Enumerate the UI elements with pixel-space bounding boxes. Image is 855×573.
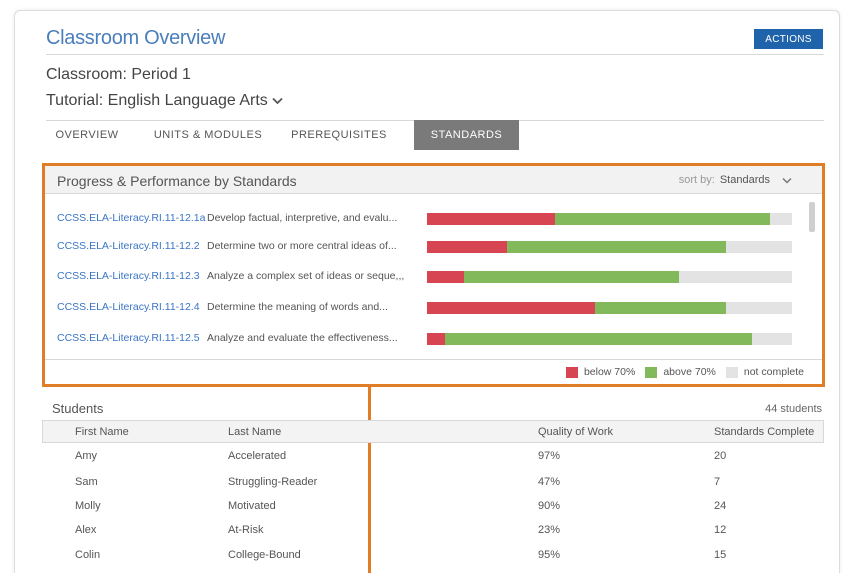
standard-code-link[interactable]: CCSS.ELA-Literacy.RI.11-12.5 [57, 332, 200, 344]
cell-standards-complete: 20 [714, 450, 727, 462]
progress-segment-above [507, 241, 727, 253]
page-title: Classroom Overview [46, 27, 226, 49]
divider [46, 54, 824, 55]
tab-units-modules[interactable]: UNITS & MODULES [143, 120, 273, 150]
students-table-header: First Name Last Name Quality of Work Sta… [42, 420, 824, 443]
cell-first-name: Molly [75, 500, 101, 512]
legend-label-above: above 70% [663, 366, 716, 378]
tab-overview[interactable]: OVERVIEW [46, 120, 128, 150]
cell-first-name: Colin [75, 549, 101, 561]
students-section-title: Students [52, 401, 104, 416]
cell-quality: 23% [538, 524, 561, 536]
standard-row[interactable]: CCSS.ELA-Literacy.RI.11-12.5 Analyze and … [45, 329, 805, 349]
cell-quality: 90% [538, 500, 561, 512]
standard-progress-bar [427, 302, 792, 314]
cell-standards-complete: 24 [714, 500, 727, 512]
progress-segment-above [445, 333, 752, 345]
standards-panel-header: Progress & Performance by Standards sort… [45, 166, 822, 194]
chart-legend: below 70% above 70% not complete [556, 366, 804, 378]
sort-label: sort by: [678, 174, 715, 186]
standard-progress-bar [427, 241, 792, 253]
standard-code-link[interactable]: CCSS.ELA-Literacy.RI.11-12.3 [57, 270, 200, 282]
legend-item-above: above 70% [645, 366, 716, 378]
standard-description: Develop factual, interpretive, and evalu… [207, 212, 398, 224]
chevron-down-icon [272, 97, 283, 105]
table-row[interactable]: Alex At-Risk 23% 12 [42, 520, 824, 544]
standard-description: Analyze a complex set of ideas or seque,… [207, 270, 405, 282]
standard-description: Analyze and evaluate the effectiveness..… [207, 332, 398, 344]
cell-quality: 47% [538, 476, 561, 488]
legend-label-not-complete: not complete [743, 366, 804, 378]
chevron-down-icon [782, 177, 792, 184]
legend-swatch-not-complete [725, 366, 738, 378]
standard-code-link[interactable]: CCSS.ELA-Literacy.RI.11-12.2 [57, 240, 200, 252]
column-header-standards-complete[interactable]: Standards Complete [714, 426, 814, 438]
column-header-quality[interactable]: Quality of Work [538, 426, 613, 438]
standards-panel: Progress & Performance by Standards sort… [42, 163, 825, 387]
progress-segment-above [463, 271, 679, 283]
cell-quality: 97% [538, 450, 561, 462]
standard-description: Determine the meaning of words and... [207, 301, 388, 313]
standards-panel-title: Progress & Performance by Standards [57, 173, 297, 189]
standard-row[interactable]: CCSS.ELA-Literacy.RI.11-12.3 Analyze a co… [45, 267, 805, 287]
actions-button[interactable]: ACTIONS [754, 29, 823, 49]
standard-progress-bar [427, 213, 792, 225]
standards-scrollbar[interactable] [809, 202, 815, 232]
standard-row[interactable]: CCSS.ELA-Literacy.RI.11-12.1a Develop fac… [45, 209, 805, 229]
standard-progress-bar [427, 271, 792, 283]
legend-label-below: below 70% [583, 366, 636, 378]
table-row[interactable]: Amy Accelerated 97% 20 [42, 446, 824, 470]
progress-segment-below [427, 213, 555, 225]
progress-segment-below [427, 271, 464, 283]
standard-code-link[interactable]: CCSS.ELA-Literacy.RI.11-12.1a [57, 212, 205, 224]
classroom-label: Classroom: Period 1 [46, 66, 191, 83]
progress-segment-above [594, 302, 727, 314]
legend-swatch-below [565, 366, 578, 378]
standard-row[interactable]: CCSS.ELA-Literacy.RI.11-12.2 Determine tw… [45, 237, 805, 257]
cell-last-name: Struggling-Reader [228, 476, 318, 488]
legend-swatch-above [645, 366, 658, 378]
cell-last-name: Motivated [228, 500, 276, 512]
cell-first-name: Alex [75, 524, 97, 536]
standard-description: Determine two or more central ideas of..… [207, 240, 397, 252]
table-row[interactable]: Molly Motivated 90% 24 [42, 496, 824, 520]
cell-last-name: At-Risk [228, 524, 264, 536]
legend-divider [45, 359, 822, 360]
sort-value: Standards [719, 174, 770, 186]
tutorial-dropdown[interactable]: Tutorial: English Language Arts [46, 92, 283, 110]
standard-progress-bar [427, 333, 792, 345]
cell-standards-complete: 12 [714, 524, 727, 536]
sort-dropdown[interactable]: sort by: Standards [679, 174, 792, 186]
standard-code-link[interactable]: CCSS.ELA-Literacy.RI.11-12.4 [57, 301, 200, 313]
cell-first-name: Sam [75, 476, 98, 488]
legend-item-not-complete: not complete [725, 366, 804, 378]
column-header-last-name[interactable]: Last Name [228, 426, 281, 438]
cell-last-name: College-Bound [228, 549, 301, 561]
cell-quality: 95% [538, 549, 561, 561]
progress-segment-below [427, 241, 508, 253]
progress-segment-below [427, 333, 446, 345]
cell-first-name: Amy [75, 450, 97, 462]
standard-row[interactable]: CCSS.ELA-Literacy.RI.11-12.4 Determine th… [45, 298, 805, 318]
progress-segment-below [427, 302, 595, 314]
legend-item-below: below 70% [565, 366, 636, 378]
students-count: 44 students [765, 403, 822, 415]
progress-segment-above [554, 213, 771, 225]
table-row[interactable]: Colin College-Bound 95% 15 [42, 545, 824, 569]
cell-standards-complete: 7 [714, 476, 721, 488]
tab-prerequisites[interactable]: PREREQUISITES [284, 120, 394, 150]
tab-standards[interactable]: STANDARDS [414, 120, 519, 150]
tutorial-label: Tutorial: English Language Arts [46, 92, 268, 109]
cell-standards-complete: 15 [714, 549, 727, 561]
column-header-first-name[interactable]: First Name [75, 426, 129, 438]
cell-last-name: Accelerated [228, 450, 287, 462]
table-row[interactable]: Sam Struggling-Reader 47% 7 [42, 472, 824, 496]
tab-bar: OVERVIEW UNITS & MODULES PREREQUISITES S… [46, 120, 824, 150]
